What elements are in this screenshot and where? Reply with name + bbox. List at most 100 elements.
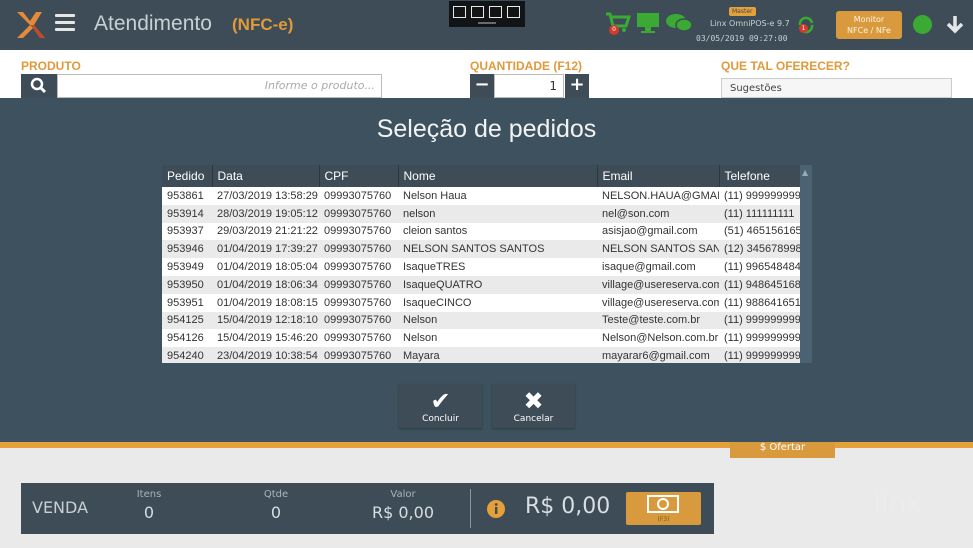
table-cell: 954126 (167, 332, 204, 345)
pointer-icon[interactable] (471, 6, 484, 18)
scroll-up-icon[interactable]: ▲ (802, 168, 808, 177)
table-cell: Teste@teste.com.br (597, 311, 719, 330)
col-nome[interactable]: Nome (398, 165, 598, 187)
table-cell: 09993075760 (319, 311, 398, 330)
top-bar: Atendimento (NFC-e) 0 Master Linx OmniPO… (0, 0, 973, 50)
table-cell: 953946 (162, 240, 212, 259)
table-cell: (11) 999999999 (719, 311, 800, 330)
page-subtitle: (NFC-e) (232, 15, 294, 34)
table-header: Pedido Data CPF Nome Email Telefone (162, 165, 801, 187)
quantity-label: QUANTIDADE (F12) (470, 59, 583, 73)
quantity-input[interactable]: 1 (494, 74, 564, 98)
sale-summary: VENDA Itens 0 Qtde 0 Valor R$ 0,00 R$ 0,… (21, 483, 714, 534)
toolbar-handle[interactable] (478, 22, 496, 24)
table-row[interactable]: 954240 23/04/2019 10:38:54 09993075760 Maya… (162, 347, 800, 363)
table-cell: (11) 999999999 (724, 189, 800, 202)
table-row[interactable]: 954125 15/04/2019 12:18:10 09993075760 Nels… (162, 311, 800, 330)
value-label: Valor (390, 489, 416, 500)
capture-icon[interactable] (507, 6, 520, 18)
col-email[interactable]: Email (597, 165, 720, 187)
table-cell: (11) 996548484 (724, 261, 800, 274)
table-cell: 09993075760 (324, 296, 392, 309)
table-cell: village@usereserva.com (602, 296, 719, 309)
confirm-button[interactable]: ✔ Concluir (399, 384, 482, 428)
table-cell: nelson (398, 204, 597, 223)
monitor-label-2: NFCe / NFe (847, 26, 891, 35)
table-cell: NELSON SANTOS SANTOS (398, 240, 597, 259)
online-icon[interactable] (913, 15, 932, 34)
table-cell: 953861 (167, 189, 204, 202)
table-cell: asisjao@gmail.com (602, 225, 698, 238)
table-row[interactable]: 953950 01/04/2019 18:06:34 09993075760 Isaq… (162, 275, 800, 294)
table-cell: 09993075760 (324, 332, 392, 345)
select-icon[interactable] (453, 6, 466, 18)
table-cell: nel@son.com (597, 204, 719, 223)
pay-button[interactable]: (F3) (626, 492, 701, 525)
money-icon (647, 495, 679, 513)
table-cell: Nelson@Nelson.com.br (602, 332, 719, 345)
table-cell: Nelson (403, 332, 438, 345)
cancel-button[interactable]: ✖ Cancelar (492, 384, 575, 428)
table-cell: (51) 465156165 (724, 225, 800, 238)
table-row[interactable]: 953861 27/03/2019 13:58:29 09993075760 Nels… (162, 187, 800, 205)
table-cell: Nelson Haua (403, 189, 467, 202)
table-cell: 23/04/2019 10:38:54 (212, 347, 319, 363)
table-cell: 09993075760 (319, 347, 398, 363)
current-datetime: 03/05/2019 09:27:00 (696, 34, 788, 43)
quantity-plus-button[interactable]: + (565, 74, 589, 98)
sync-badge: 1 (799, 24, 808, 33)
desktop-icon[interactable] (636, 12, 660, 34)
table-cell: (11) 988641651 (724, 296, 800, 309)
product-search-input[interactable]: Informe o produto... (57, 74, 382, 98)
menu-icon[interactable] (55, 14, 75, 32)
monitor-label-1: Monitor (853, 15, 885, 24)
table-cell: mayarar6@gmail.com (597, 347, 719, 363)
col-cpf[interactable]: CPF (319, 165, 399, 187)
table-cell: 09993075760 (324, 261, 392, 274)
items-label: Itens (136, 489, 162, 500)
table-cell: IsaqueTRES (403, 261, 466, 274)
download-icon[interactable] (945, 14, 965, 34)
ofertar-button[interactable]: $ Ofertar (730, 442, 835, 458)
table-cell: IsaqueCINCO (403, 296, 472, 309)
table-cell: 09993075760 (319, 275, 398, 294)
table-cell: 09993075760 (319, 204, 398, 223)
table-cell: 09993075760 (319, 240, 398, 259)
chat-icon[interactable] (665, 12, 693, 34)
vertical-scrollbar[interactable]: ▲ (800, 165, 812, 363)
table-cell: 954240 (162, 347, 212, 363)
table-cell: 28/03/2019 19:05:12 (212, 204, 319, 223)
table-row[interactable]: 953937 29/03/2019 21:21:22 09993075760 clei… (162, 223, 800, 241)
product-label: PRODUTO (21, 59, 81, 73)
search-button[interactable] (21, 74, 57, 98)
table-row[interactable]: 953951 01/04/2019 18:08:15 09993075760 Isaq… (162, 294, 800, 312)
table-row[interactable]: 954126 15/04/2019 15:46:20 09993075760 Nels… (162, 329, 800, 347)
table-cell: village@usereserva.com (597, 275, 719, 294)
fullscreen-icon[interactable] (489, 6, 502, 18)
search-icon (30, 77, 47, 94)
table-cell: cleion santos (403, 225, 468, 238)
capture-toolbar (449, 1, 525, 27)
linx-watermark: linx (873, 486, 923, 519)
table-cell: isaque@gmail.com (602, 261, 696, 274)
suggestions-tab[interactable]: Sugestões (721, 78, 952, 98)
table-cell: 27/03/2019 13:58:29 (217, 189, 318, 202)
quantity-minus-button[interactable]: − (470, 74, 494, 98)
qty-label: Qtde (263, 489, 289, 500)
table-row[interactable]: 953914 28/03/2019 19:05:12 09993075760 nels… (162, 204, 800, 223)
table-cell: 954125 (162, 311, 212, 330)
pay-shortcut: (F3) (657, 516, 670, 523)
col-telefone[interactable]: Telefone (719, 165, 801, 187)
linx-logo (17, 12, 45, 38)
table-row[interactable]: 953949 01/04/2019 18:05:04 09993075760 Isaq… (162, 258, 800, 276)
table-cell: (12) 345678998 (719, 240, 800, 259)
monitor-nfce-button[interactable]: Monitor NFCe / NFe (836, 11, 902, 39)
table-cell: 01/04/2019 18:05:04 (217, 261, 318, 274)
check-icon: ✔ (430, 387, 451, 415)
info-icon[interactable] (486, 499, 506, 519)
col-data[interactable]: Data (212, 165, 320, 187)
col-pedido[interactable]: Pedido (162, 165, 213, 187)
table-cell: 01/04/2019 18:06:34 (212, 275, 319, 294)
table-row[interactable]: 953946 01/04/2019 17:39:27 09993075760 NELS… (162, 240, 800, 259)
cart-badge: 0 (609, 25, 619, 35)
